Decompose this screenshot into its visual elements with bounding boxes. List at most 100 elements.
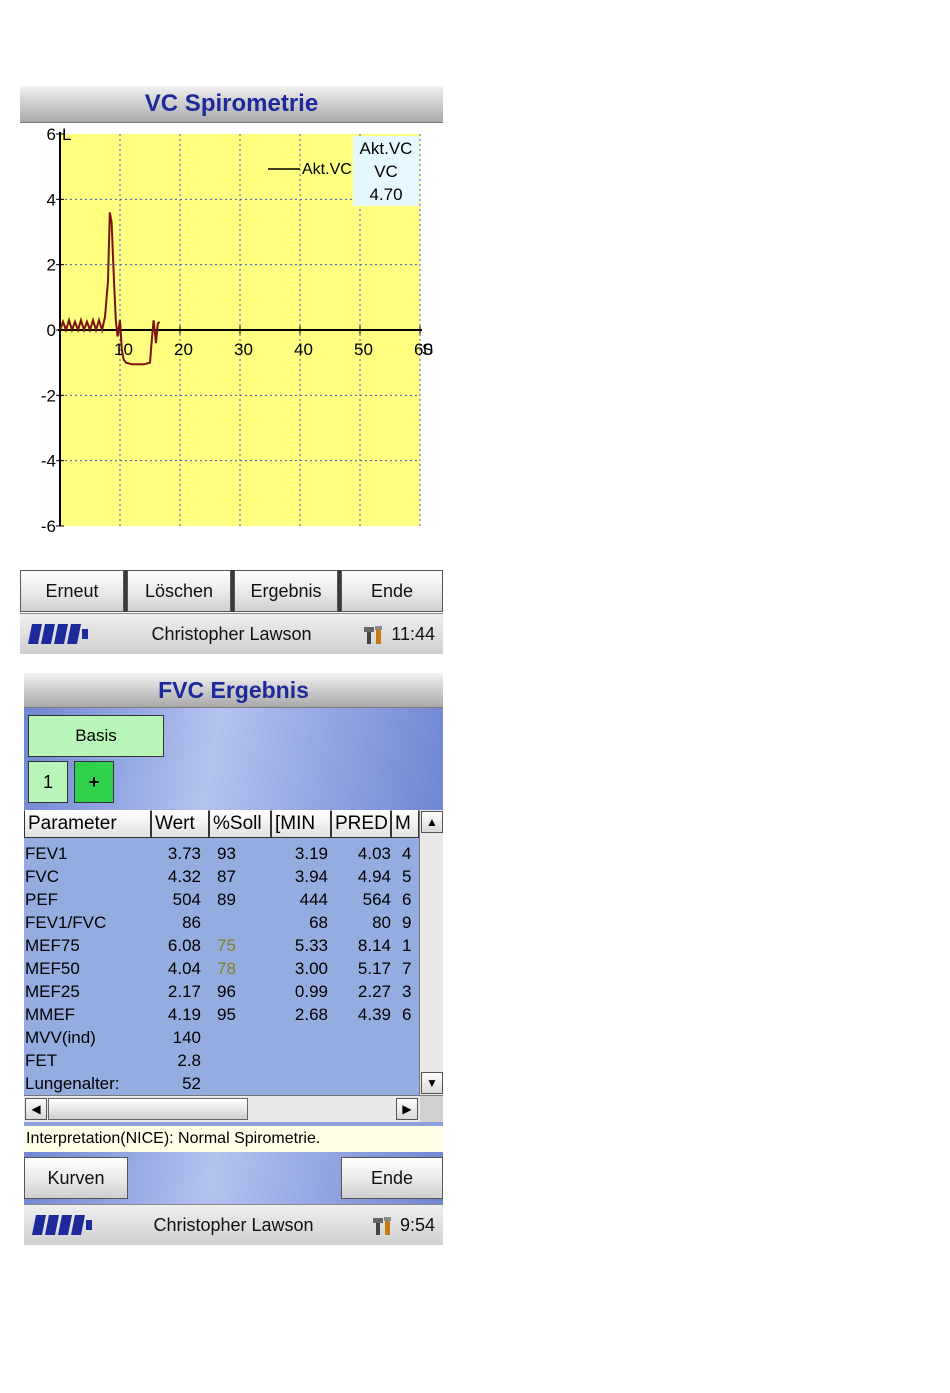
table-cell: 80 [372, 913, 391, 932]
table-cell: 564 [362, 890, 391, 909]
table-row: Lungenalter: 52 [24, 1072, 419, 1095]
table-cell: 68 [309, 913, 328, 932]
legend-label: Akt.VC [302, 161, 352, 178]
end-button[interactable]: Ende [341, 570, 443, 612]
table-row: FEV1/FVC 86 68 80 9 [24, 911, 419, 934]
table-row: MEF25 2.17 96 0.99 2.27 3 [24, 980, 419, 1003]
table-cell: 4.03 [357, 844, 391, 863]
table-cell: MMEF [25, 1005, 76, 1024]
column-header[interactable]: Wert [151, 810, 209, 838]
table-cell: FEV1/FVC [25, 913, 107, 932]
table-cell: 4.04 [167, 959, 201, 978]
column-header[interactable]: [MIN [271, 810, 331, 838]
table-header: Parameter Wert %Soll [MIN PRED M [24, 810, 419, 838]
table-cell: 89 [217, 890, 236, 909]
scroll-up-icon[interactable]: ▲ [421, 811, 443, 833]
table-cell: MEF75 [25, 936, 80, 955]
table-cell [213, 911, 271, 934]
scroll-corner [420, 1096, 443, 1122]
table-cell: 3 [402, 982, 412, 1001]
y-tick-label: -4 [41, 452, 56, 471]
column-header[interactable]: PRED [331, 810, 391, 838]
table-cell: FVC [25, 867, 59, 886]
fvc-title: FVC Ergebnis [24, 673, 443, 708]
table-cell: 5.33 [294, 936, 328, 955]
y-tick-label: 6 [47, 125, 56, 144]
column-header[interactable]: Parameter [24, 810, 151, 838]
table-cell: 4 [402, 844, 412, 863]
y-unit-label: L [62, 125, 71, 144]
vc-spirometry-screen: VC Spirometrie 10 20 30 40 50 60 S 6 4 2 0 -2 -4 -6 L A… [20, 86, 443, 654]
table-cell: 4.94 [357, 867, 391, 886]
scroll-thumb[interactable] [48, 1098, 248, 1120]
table-cell: 444 [299, 890, 328, 909]
table-cell: 6 [402, 1005, 412, 1024]
table-cell: 78 [217, 959, 236, 978]
basis-button[interactable]: Basis [28, 715, 164, 757]
table-cell: MVV(ind) [25, 1028, 96, 1047]
curves-button[interactable]: Kurven [24, 1157, 128, 1199]
result-button[interactable]: Ergebnis [234, 570, 338, 612]
retry-button[interactable]: Erneut [20, 570, 124, 612]
x-tick-label: 30 [234, 340, 253, 359]
y-tick-label: 2 [47, 256, 56, 275]
table-cell: 1 [402, 936, 412, 955]
x-unit-label: S [422, 340, 433, 359]
end-button[interactable]: Ende [341, 1157, 443, 1199]
table-cell: 3.73 [167, 844, 201, 863]
table-cell: 9 [402, 913, 412, 932]
table-cell [333, 1026, 399, 1049]
y-tick-label: -2 [41, 386, 56, 405]
table-cell: 140 [172, 1028, 201, 1047]
table-cell: 86 [182, 913, 201, 932]
vertical-scrollbar[interactable]: ▲ ▼ [419, 810, 443, 1095]
table-cell: 4.32 [167, 867, 201, 886]
table-cell [399, 1026, 419, 1049]
column-header[interactable]: M [391, 810, 419, 838]
table-cell: 3.00 [294, 959, 328, 978]
table-cell: 6.08 [167, 936, 201, 955]
table-cell [213, 1026, 271, 1049]
table-row: MEF50 4.04 78 3.00 5.17 7 [24, 957, 419, 980]
table-cell: 93 [217, 844, 236, 863]
scroll-right-icon[interactable]: ▶ [396, 1098, 418, 1120]
table-row: MEF75 6.08 75 5.33 8.14 1 [24, 934, 419, 957]
table-cell: 95 [217, 1005, 236, 1024]
trial-1-button[interactable]: 1 [28, 761, 68, 803]
table-cell: PEF [25, 890, 59, 909]
table-cell: 7 [402, 959, 412, 978]
scroll-down-icon[interactable]: ▼ [421, 1072, 443, 1094]
table-cell: 4.19 [167, 1005, 201, 1024]
table-cell [399, 1072, 419, 1095]
info-box-line: Akt.VC [360, 139, 413, 158]
table-cell: 75 [217, 936, 236, 955]
vc-actions: Erneut Löschen Ergebnis Ende [20, 570, 443, 612]
delete-button[interactable]: Löschen [127, 570, 231, 612]
table-cell: 2.17 [167, 982, 201, 1001]
column-header[interactable]: %Soll [209, 810, 271, 838]
table-cell: 96 [217, 982, 236, 1001]
add-trial-button[interactable]: + [74, 761, 114, 803]
vc-chart: 10 20 30 40 50 60S6420-2-4-6LAkt.VCAkt.VCVC4.… [41, 125, 433, 536]
table-cell: 2.68 [294, 1005, 328, 1024]
table-cell: 3.19 [294, 844, 328, 863]
table-cell: MEF25 [25, 982, 80, 1001]
x-tick-label: 20 [174, 340, 193, 359]
scroll-left-icon[interactable]: ◀ [25, 1098, 47, 1120]
table-row: FEV1 3.73 93 3.19 4.03 4 [24, 842, 419, 865]
horizontal-scrollbar[interactable]: ◀ ▶ [24, 1095, 443, 1122]
table-cell: 0.99 [294, 982, 328, 1001]
tools-icon[interactable] [363, 625, 385, 645]
table-cell: 5 [402, 867, 412, 886]
system-tray: 9:54 [372, 1215, 435, 1236]
x-tick-label: 40 [294, 340, 313, 359]
table-cell: 4.39 [357, 1005, 391, 1024]
tools-icon[interactable] [372, 1216, 394, 1236]
table-cell [213, 1072, 271, 1095]
table-cell: 504 [172, 890, 201, 909]
y-tick-label: 0 [47, 321, 56, 340]
table-cell: 87 [217, 867, 236, 886]
table-cell [271, 1072, 333, 1095]
table-row: FVC 4.32 87 3.94 4.94 5 [24, 865, 419, 888]
table-cell: 2.8 [177, 1051, 201, 1070]
